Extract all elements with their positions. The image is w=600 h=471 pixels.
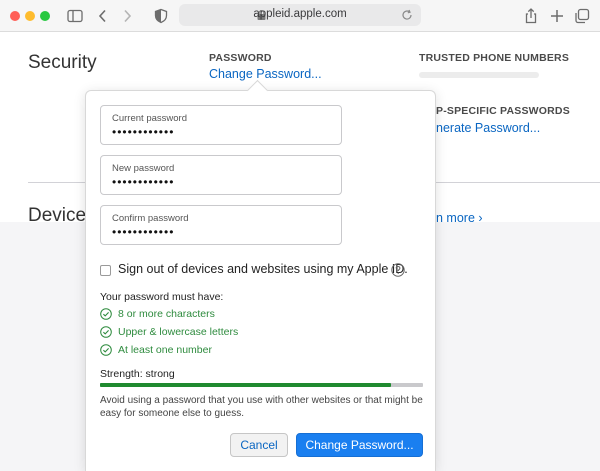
- password-advice: Avoid using a password that you use with…: [100, 395, 423, 419]
- check-circle-icon: [100, 326, 112, 338]
- change-password-popover: Current password •••••••••••• New passwo…: [85, 79, 436, 471]
- signout-checkbox[interactable]: [100, 265, 111, 276]
- change-password-button[interactable]: Change Password...: [296, 433, 423, 457]
- change-password-link[interactable]: Change Password...: [209, 67, 322, 81]
- strength-label: Strength: strong: [100, 368, 175, 380]
- requirements-title: Your password must have:: [100, 291, 224, 303]
- requirement-text: At least one number: [118, 344, 212, 356]
- close-window-button[interactable]: [10, 11, 20, 21]
- check-circle-icon: [100, 344, 112, 356]
- reload-icon[interactable]: [401, 9, 413, 21]
- current-password-value: ••••••••••••: [112, 125, 175, 139]
- security-title: Security: [28, 52, 97, 73]
- confirm-password-label: Confirm password: [112, 213, 189, 224]
- new-password-value: ••••••••••••: [112, 175, 175, 189]
- strength-meter: [100, 383, 423, 387]
- confirm-password-field[interactable]: Confirm password ••••••••••••: [100, 205, 342, 245]
- address-bar[interactable]: appleid.apple.com: [179, 4, 421, 26]
- share-icon[interactable]: [522, 7, 540, 25]
- signout-label[interactable]: Sign out of devices and websites using m…: [118, 262, 408, 276]
- chevron-left-icon[interactable]: [94, 7, 112, 25]
- current-password-field[interactable]: Current password ••••••••••••: [100, 105, 342, 145]
- blurred-phone-number: [419, 72, 539, 78]
- generate-password-link[interactable]: nerate Password...: [436, 121, 540, 135]
- confirm-password-value: ••••••••••••: [112, 225, 175, 239]
- devices-title: Device: [28, 205, 87, 226]
- browser-toolbar: appleid.apple.com: [0, 0, 600, 32]
- requirement-text: Upper & lowercase letters: [118, 326, 239, 338]
- current-password-label: Current password: [112, 113, 187, 124]
- address-url: appleid.apple.com: [253, 8, 347, 20]
- chevron-right-icon[interactable]: [118, 7, 136, 25]
- cancel-button[interactable]: Cancel: [230, 433, 288, 457]
- tabs-overview-icon[interactable]: [573, 7, 591, 25]
- plus-icon[interactable]: [548, 7, 566, 25]
- minimize-window-button[interactable]: [25, 11, 35, 21]
- check-circle-icon: [100, 308, 112, 320]
- requirement-text: 8 or more characters: [118, 308, 215, 320]
- strength-meter-fill: [100, 383, 391, 387]
- shield-icon[interactable]: [152, 7, 170, 25]
- sidebar-icon[interactable]: [66, 7, 84, 25]
- question-circle-icon[interactable]: [391, 263, 405, 277]
- zoom-window-button[interactable]: [40, 11, 50, 21]
- app-specific-label: P-SPECIFIC PASSWORDS: [436, 105, 570, 117]
- new-password-field[interactable]: New password ••••••••••••: [100, 155, 342, 195]
- new-password-label: New password: [112, 163, 175, 174]
- learn-more-link[interactable]: n more ›: [436, 211, 483, 225]
- password-label: PASSWORD: [209, 52, 272, 64]
- trusted-phone-label: TRUSTED PHONE NUMBERS: [419, 52, 570, 64]
